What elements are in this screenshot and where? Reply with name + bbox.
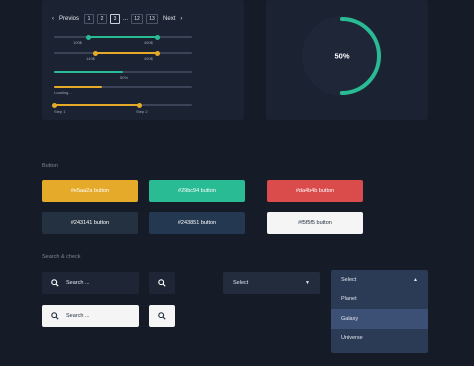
range-2-min-label: 140$ <box>86 56 95 61</box>
search-button-light[interactable] <box>149 305 175 327</box>
range-2-max-handle[interactable] <box>155 50 160 56</box>
button-section-title: Button <box>42 163 58 169</box>
progress-label: 50% <box>120 75 129 80</box>
step-1-label: Step 1 <box>54 109 66 114</box>
search-icon <box>158 279 166 287</box>
range-1-min-handle[interactable] <box>86 34 91 40</box>
loading-bar <box>54 86 192 88</box>
pagination: ‹ Previos 1 2 3 ... 12 13 Next › <box>52 14 182 24</box>
search-placeholder-light: Search ... <box>66 313 90 319</box>
caret-down-icon: ▼ <box>305 280 310 286</box>
range-1-max-label: 450$ <box>144 40 153 45</box>
donut-progress: 50% <box>302 16 382 96</box>
page-3[interactable]: 3 <box>110 14 121 24</box>
chevron-right-icon[interactable]: › <box>180 16 182 22</box>
chevron-left-icon[interactable]: ‹ <box>52 16 54 22</box>
search-input-dark[interactable]: Search ... <box>42 272 139 294</box>
yellow-button[interactable]: #e5aa2a button <box>42 180 138 202</box>
range-2-max-label: 450$ <box>144 56 153 61</box>
page-ellipsis: ... <box>123 16 129 22</box>
search-button-dark[interactable] <box>149 272 175 294</box>
light-button[interactable]: #f5f5f5 button <box>267 212 363 234</box>
range-slider-1[interactable] <box>54 34 192 40</box>
step-2-label: Step 2 <box>136 109 148 114</box>
search-placeholder-dark: Search ... <box>66 280 90 286</box>
navy-button[interactable]: #243851 button <box>149 212 245 234</box>
page-2[interactable]: 2 <box>97 14 108 24</box>
step-bar <box>52 102 192 108</box>
search-icon <box>50 311 60 321</box>
select-option-universe[interactable]: Universe <box>331 329 428 349</box>
dark-slate-button[interactable]: #243141 button <box>42 212 138 234</box>
select-open-value: Select <box>341 276 357 283</box>
page-12[interactable]: 12 <box>131 14 144 24</box>
caret-up-icon: ▲ <box>413 276 418 283</box>
search-section-title: Search & check <box>42 254 81 260</box>
donut-label: 50% <box>334 52 349 61</box>
select-dropdown-closed[interactable]: Select ▼ <box>223 272 320 294</box>
progress-bar <box>54 71 192 73</box>
range-2-min-handle[interactable] <box>92 50 98 56</box>
step-1-marker <box>52 102 57 108</box>
select-open-header[interactable]: Select ▲ <box>331 270 428 290</box>
search-icon <box>50 278 60 288</box>
loading-label: Loading... <box>54 90 72 95</box>
search-input-light[interactable]: Search ... <box>42 305 139 327</box>
pagination-prev[interactable]: Previos <box>59 16 79 22</box>
select-dropdown-open[interactable]: Select ▲ Planet Galaxy Universe <box>331 270 428 353</box>
pagination-next[interactable]: Next <box>163 16 175 22</box>
range-slider-2[interactable] <box>54 50 192 56</box>
range-1-max-handle[interactable] <box>155 34 160 40</box>
teal-button[interactable]: #29bc94 button <box>149 180 245 202</box>
page-13[interactable]: 13 <box>146 14 159 24</box>
step-2-marker <box>137 102 143 108</box>
select-option-galaxy[interactable]: Galaxy <box>331 309 428 329</box>
range-1-min-label: 100$ <box>73 40 82 45</box>
search-icon <box>158 312 166 320</box>
select-closed-value: Select <box>233 280 249 286</box>
select-option-planet[interactable]: Planet <box>331 290 428 310</box>
page-1[interactable]: 1 <box>84 14 95 24</box>
red-button[interactable]: #da4b4b button <box>267 180 363 202</box>
